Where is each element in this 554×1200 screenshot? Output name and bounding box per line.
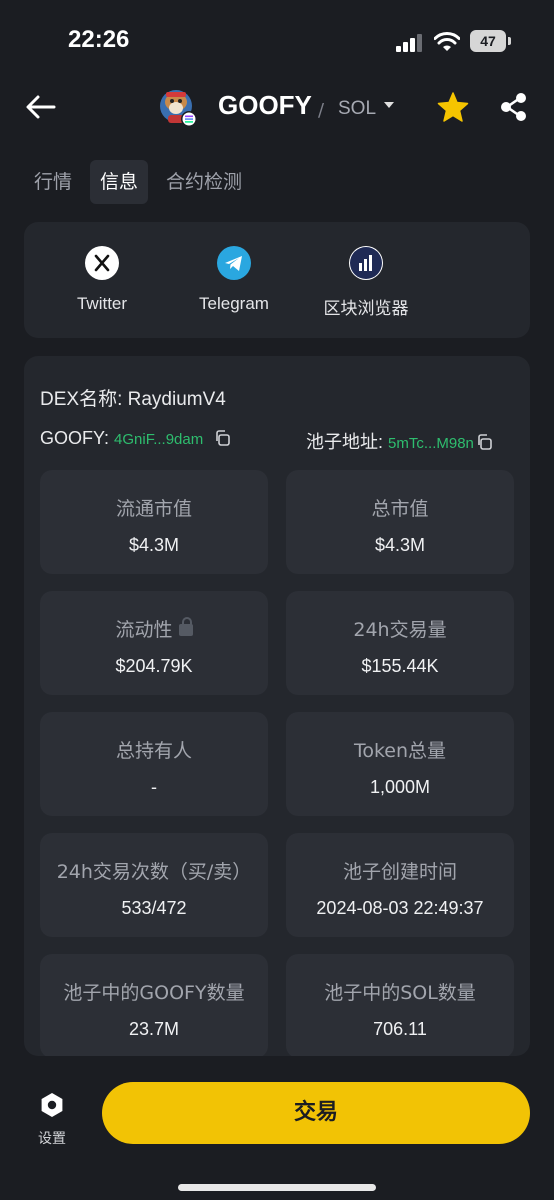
token-avatar-icon (160, 90, 197, 127)
stat-value: $155.44K (361, 656, 439, 676)
tab-info[interactable]: 信息 (90, 160, 149, 204)
stat-label: 池子中的GOOFY数量 (63, 982, 245, 1004)
pool-address-row: 池子地址: 5mTc...M98n (306, 428, 492, 454)
stat-total-holders: 总持有人 - (40, 712, 268, 816)
tab-contract-check[interactable]: 合约检测 (156, 160, 252, 204)
bottom-action-bar: 设置 交易 (0, 1062, 554, 1200)
stat-circulating-market-cap: 流通市值 $4.3M (40, 470, 268, 574)
telegram-label: Telegram (199, 294, 269, 313)
stat-liquidity: 流动性 $204.79K (40, 591, 268, 695)
tab-bar: 行情 信息 合约检测 (24, 160, 260, 204)
stat-label: Token总量 (353, 740, 447, 762)
telegram-icon (217, 246, 251, 280)
stat-total-market-cap: 总市值 $4.3M (286, 470, 514, 574)
pool-address[interactable]: 5mTc...M98n (388, 435, 474, 452)
settings-button[interactable]: 设置 (34, 1092, 70, 1148)
stat-value: $204.79K (115, 656, 193, 676)
stat-24h-volume: 24h交易量 $155.44K (286, 591, 514, 695)
x-icon (85, 246, 119, 280)
stat-label: 总市值 (371, 498, 429, 520)
dex-name: DEX名称: RaydiumV4 (40, 389, 226, 410)
explorer-link[interactable]: 区块浏览器 (306, 246, 426, 319)
pool-address-label: 池子地址: (306, 432, 384, 452)
stat-value: 1,000M (369, 777, 431, 797)
twitter-link[interactable]: Twitter (42, 246, 162, 314)
favorite-star-icon[interactable] (437, 92, 469, 122)
cellular-signal-icon (396, 34, 422, 52)
copy-icon[interactable] (214, 430, 231, 446)
token-address[interactable]: 4GniF...9dam (114, 431, 203, 448)
telegram-link[interactable]: Telegram (174, 246, 294, 314)
token-info-card: DEX名称: RaydiumV4 GOOFY: 4GniF...9dam 池子地… (24, 356, 530, 1056)
explorer-icon (349, 246, 383, 280)
explorer-label: 区块浏览器 (323, 299, 409, 318)
social-links-card: Twitter Telegram 区块浏览器 (24, 222, 530, 338)
home-indicator[interactable] (178, 1184, 376, 1191)
settings-label: 设置 (38, 1131, 66, 1147)
twitter-label: Twitter (76, 294, 128, 313)
chain-name[interactable]: SOL (338, 98, 376, 120)
stat-label: 池子创建时间 (342, 861, 457, 883)
stat-label-row: 流动性 (40, 615, 268, 642)
status-bar: 22:26 47 (0, 0, 554, 80)
stat-value: - (151, 777, 157, 797)
token-address-label: GOOFY: (40, 428, 110, 448)
back-arrow-icon[interactable] (24, 92, 58, 122)
stat-value: 2024-08-03 22:49:37 (316, 898, 484, 918)
stat-pool-goofy-amount: 池子中的GOOFY数量 23.7M (40, 954, 268, 1056)
stat-value: 533/472 (121, 898, 187, 918)
lock-icon (178, 617, 193, 636)
stat-token-supply: Token总量 1,000M (286, 712, 514, 816)
status-time: 22:26 (68, 26, 130, 53)
stat-value: $4.3M (128, 535, 180, 555)
settings-hexagon-icon (41, 1093, 63, 1117)
tab-market[interactable]: 行情 (24, 160, 82, 204)
stat-label: 24h交易次数（买/卖） (56, 861, 252, 883)
top-bar: GOOFY / SOL (0, 78, 554, 138)
stat-value: 706.11 (373, 1019, 427, 1039)
trade-button[interactable]: 交易 (102, 1082, 530, 1144)
stat-label: 池子中的SOL数量 (324, 982, 476, 1004)
stat-label: 流动性 (115, 619, 173, 641)
battery-indicator: 47 (470, 30, 511, 52)
share-icon[interactable] (500, 92, 528, 122)
wifi-icon (434, 32, 460, 51)
chevron-down-icon[interactable] (384, 102, 394, 108)
stat-label: 流通市值 (115, 498, 192, 520)
stat-label: 总持有人 (115, 740, 192, 762)
token-symbol[interactable]: GOOFY (218, 90, 312, 121)
stat-pool-created-time: 池子创建时间 2024-08-03 22:49:37 (286, 833, 514, 937)
stat-value: $4.3M (374, 535, 426, 555)
title-separator: / (318, 100, 325, 121)
stat-pool-sol-amount: 池子中的SOL数量 706.11 (286, 954, 514, 1056)
copy-icon[interactable] (476, 434, 492, 450)
stat-label: 24h交易量 (353, 619, 447, 641)
stat-24h-tx-count: 24h交易次数（买/卖） 533/472 (40, 833, 268, 937)
stat-value: 23.7M (128, 1019, 180, 1039)
token-address-row: GOOFY: 4GniF...9dam (40, 428, 231, 449)
